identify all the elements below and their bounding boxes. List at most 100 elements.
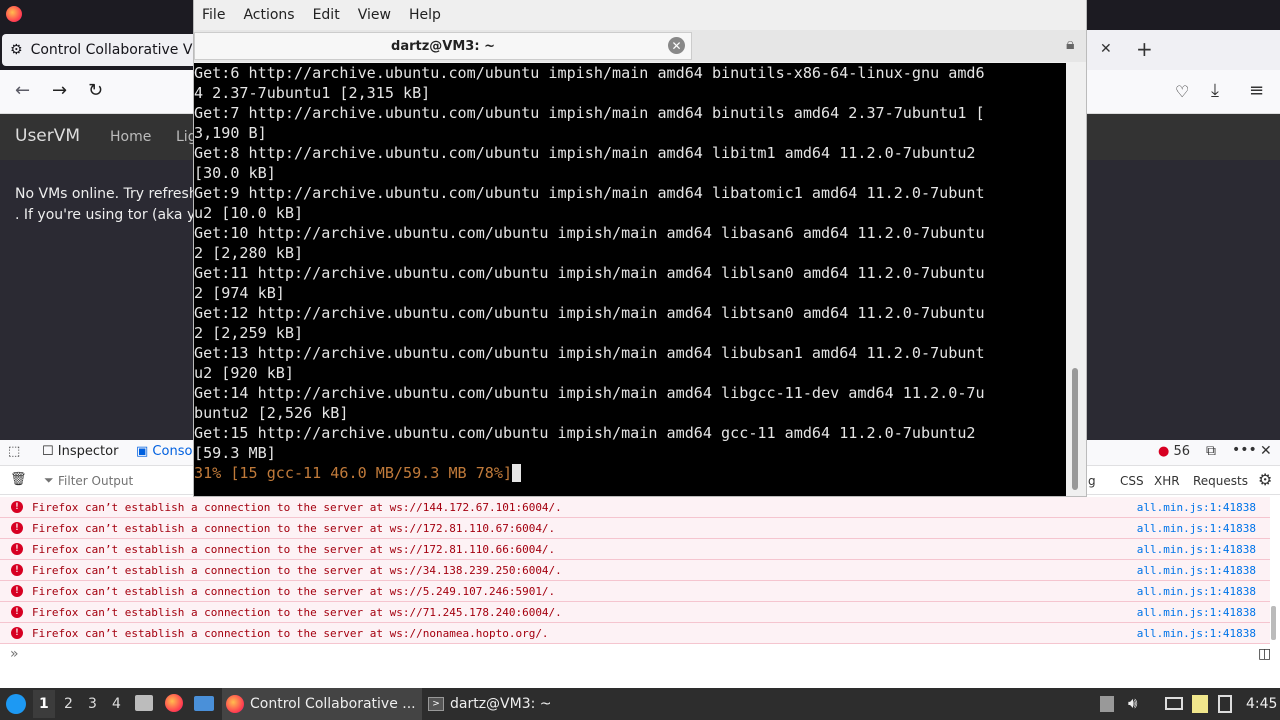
filter-input[interactable]: Filter Output: [58, 474, 133, 488]
tab-console-label: Conso: [152, 444, 193, 459]
log-source-link[interactable]: all.min.js:1:41838: [1137, 585, 1256, 598]
taskbar-item-browser[interactable]: Control Collaborative ...: [222, 688, 422, 720]
tab-close-icon[interactable]: ✕: [1100, 41, 1112, 57]
error-icon: !: [11, 606, 23, 618]
log-source-link[interactable]: all.min.js:1:41838: [1137, 627, 1256, 640]
terminal-cursor: [512, 464, 522, 482]
taskbar-item-terminal[interactable]: > dartz@VM3: ~: [424, 688, 624, 720]
terminal-progress-line: 31% [15 gcc-11 46.0 MB/59.3 MB 78%]: [194, 464, 513, 482]
close-devtools-icon[interactable]: ✕: [1260, 443, 1272, 459]
browser-tab-title: Control Collaborative Vi: [30, 42, 196, 58]
start-menu-icon[interactable]: [6, 694, 26, 714]
terminal-line: Get:8 http://archive.ubuntu.com/ubuntu i…: [194, 144, 976, 162]
terminal-tab[interactable]: dartz@VM3: ~: [194, 32, 692, 60]
error-icon: !: [11, 543, 23, 555]
nav-link-home[interactable]: Home: [110, 129, 151, 145]
display-icon[interactable]: [1165, 697, 1183, 710]
log-row[interactable]: ! Firefox can’t establish a connection to…: [0, 602, 1270, 623]
menu-icon[interactable]: ≡: [1249, 80, 1264, 101]
log-message: Firefox can’t establish a connection to …: [32, 521, 556, 535]
desktop-icon[interactable]: [194, 696, 214, 711]
lock-icon[interactable]: 🔒︎: [1066, 34, 1075, 54]
log-source-link[interactable]: all.min.js:1:41838: [1137, 501, 1256, 514]
menu-edit[interactable]: Edit: [313, 7, 340, 23]
filter-css[interactable]: CSS: [1120, 474, 1144, 488]
error-icon: !: [11, 501, 23, 513]
taskbar-item-terminal-label: dartz@VM3: ~: [450, 696, 552, 712]
terminal-icon: >: [428, 697, 444, 711]
terminal-line: 2 [2,280 kB]: [194, 244, 304, 262]
error-icon: !: [11, 627, 23, 639]
menu-file[interactable]: File: [202, 7, 225, 23]
volume-icon[interactable]: 🔊︎: [1128, 694, 1137, 712]
log-source-link[interactable]: all.min.js:1:41838: [1137, 522, 1256, 535]
terminal-line: [59.3 MB]: [194, 444, 276, 462]
terminal-line: buntu2 [2,526 kB]: [194, 404, 349, 422]
trash-icon[interactable]: 🗑: [10, 472, 27, 487]
log-row[interactable]: ! Firefox can’t establish a connection to…: [0, 560, 1270, 581]
terminal-line: 3,190 B]: [194, 124, 267, 142]
file-manager-icon[interactable]: [135, 695, 153, 711]
firefox-icon: [226, 695, 244, 713]
dock-icon[interactable]: ⧉: [1206, 443, 1216, 459]
console-prompt-icon: »: [10, 646, 19, 662]
filter-icon: ⏷: [44, 473, 54, 487]
error-count-badge[interactable]: ● 56: [1158, 444, 1190, 459]
log-message: Firefox can’t establish a connection to …: [32, 542, 556, 556]
error-icon: !: [11, 564, 23, 576]
close-tab-icon[interactable]: ✕: [668, 37, 685, 54]
new-tab-icon[interactable]: +: [1136, 37, 1153, 61]
settings-icon[interactable]: ⚙: [1258, 470, 1272, 489]
taskbar-item-browser-label: Control Collaborative ...: [250, 696, 416, 712]
notes-icon[interactable]: [1192, 695, 1208, 713]
menu-actions[interactable]: Actions: [243, 7, 294, 23]
tab-console[interactable]: ▣ Conso: [136, 444, 192, 459]
tab-favicon-icon: ⚙: [10, 42, 23, 58]
forward-icon[interactable]: →: [52, 80, 67, 101]
terminal-line: Get:15 http://archive.ubuntu.com/ubuntu …: [194, 424, 976, 442]
log-message: Firefox can’t establish a connection to …: [32, 605, 562, 619]
firefox-icon: [6, 6, 22, 22]
log-source-link[interactable]: all.min.js:1:41838: [1137, 564, 1256, 577]
menu-help[interactable]: Help: [409, 7, 441, 23]
back-icon[interactable]: ←: [15, 80, 30, 101]
terminal-tab-title: dartz@VM3: ~: [391, 38, 495, 54]
workspace-3[interactable]: 3: [88, 696, 97, 712]
workspace-4[interactable]: 4: [112, 696, 121, 712]
menu-view[interactable]: View: [358, 7, 391, 23]
console-input[interactable]: » ◫: [0, 644, 1280, 668]
error-icon: !: [11, 522, 23, 534]
log-source-link[interactable]: all.min.js:1:41838: [1137, 606, 1256, 619]
console-scrollbar[interactable]: [1271, 606, 1276, 640]
terminal-scrollbar-thumb[interactable]: [1072, 368, 1078, 490]
clipboard-icon[interactable]: [1218, 695, 1232, 713]
log-message: Firefox can’t establish a connection to …: [32, 584, 556, 598]
workspace-2[interactable]: 2: [64, 696, 73, 712]
filter-partial-label: g: [1088, 474, 1096, 488]
filter-requests[interactable]: Requests: [1193, 474, 1248, 488]
log-row[interactable]: ! Firefox can’t establish a connection to…: [0, 497, 1270, 518]
firefox-launcher-icon[interactable]: [165, 694, 183, 712]
log-source-link[interactable]: all.min.js:1:41838: [1137, 543, 1256, 556]
workspace-1[interactable]: 1: [39, 696, 49, 712]
filter-xhr[interactable]: XHR: [1154, 474, 1180, 488]
log-row[interactable]: ! Firefox can’t establish a connection to…: [0, 623, 1270, 644]
log-message: Firefox can’t establish a connection to …: [32, 500, 562, 514]
site-brand[interactable]: UserVM: [15, 126, 80, 146]
log-row[interactable]: ! Firefox can’t establish a connection to…: [0, 539, 1270, 560]
tab-inspector-label: Inspector: [57, 444, 119, 459]
more-options-icon[interactable]: •••: [1232, 442, 1257, 458]
tab-inspector[interactable]: ☐ Inspector: [42, 444, 118, 459]
browser-tab[interactable]: ⚙ Control Collaborative Vi: [2, 34, 202, 66]
page-message-line2: . If you're using tor (aka you c: [15, 207, 195, 223]
pocket-icon[interactable]: ♡: [1175, 82, 1189, 101]
log-row[interactable]: ! Firefox can’t establish a connection to…: [0, 581, 1270, 602]
pick-element-icon[interactable]: ⬚: [8, 444, 20, 459]
split-console-icon[interactable]: ◫: [1258, 646, 1271, 662]
reload-icon[interactable]: ↻: [88, 80, 103, 101]
terminal-output[interactable]: Get:6 http://archive.ubuntu.com/ubuntu i…: [194, 63, 1066, 496]
tray-icon[interactable]: [1100, 696, 1114, 712]
log-row[interactable]: ! Firefox can’t establish a connection to…: [0, 518, 1270, 539]
clock[interactable]: 4:45: [1246, 696, 1277, 712]
download-icon[interactable]: ⤓: [1211, 80, 1219, 101]
